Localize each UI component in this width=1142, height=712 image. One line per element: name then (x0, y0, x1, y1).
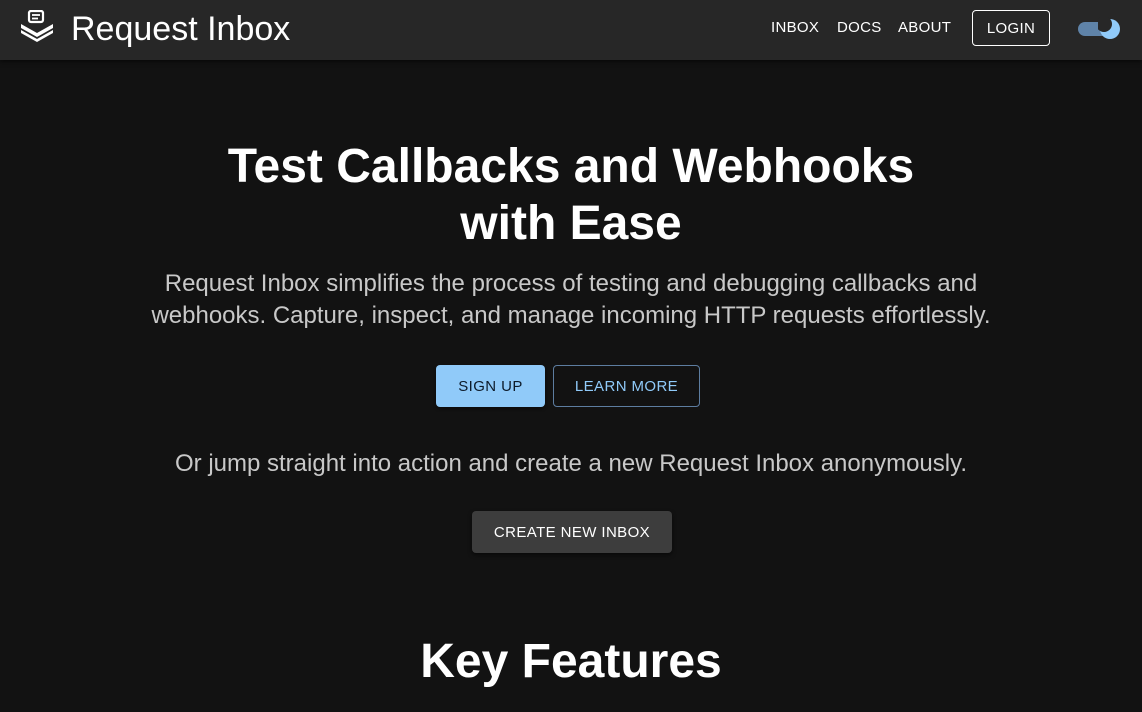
hero-title: Test Callbacks and Webhooks with Ease (0, 138, 1142, 252)
nav-about[interactable]: ABOUT (898, 19, 951, 37)
nav-docs[interactable]: DOCS (837, 19, 882, 37)
sign-up-button[interactable]: SIGN UP (436, 365, 545, 407)
hero-subtitle-line1: Request Inbox simplifies the process of … (164, 270, 978, 297)
nav-inbox[interactable]: INBOX (771, 19, 819, 37)
inbox-stack-icon (20, 9, 54, 44)
learn-more-button[interactable]: LEARN MORE (553, 365, 700, 407)
hero-subtitle-line2: webhooks. Capture, inspect, and manage i… (151, 302, 991, 329)
hero-title-line2: with Ease (460, 197, 682, 250)
brand[interactable]: Request Inbox (20, 9, 290, 48)
create-new-inbox-button[interactable]: CREATE NEW INBOX (472, 511, 672, 553)
app-bar: Request Inbox INBOX DOCS ABOUT LOGIN (0, 0, 1142, 60)
anonymous-inbox-text: Or jump straight into action and create … (175, 450, 967, 477)
hero-title-line1: Test Callbacks and Webhooks (227, 140, 915, 193)
brand-title[interactable]: Request Inbox (71, 10, 290, 48)
theme-toggle[interactable] (1076, 15, 1122, 41)
hero-subtitle: Request Inbox simplifies the process of … (140, 268, 1002, 332)
key-features-heading: Key Features (420, 635, 722, 688)
moon-icon (1096, 16, 1122, 41)
login-button[interactable]: LOGIN (972, 10, 1050, 46)
